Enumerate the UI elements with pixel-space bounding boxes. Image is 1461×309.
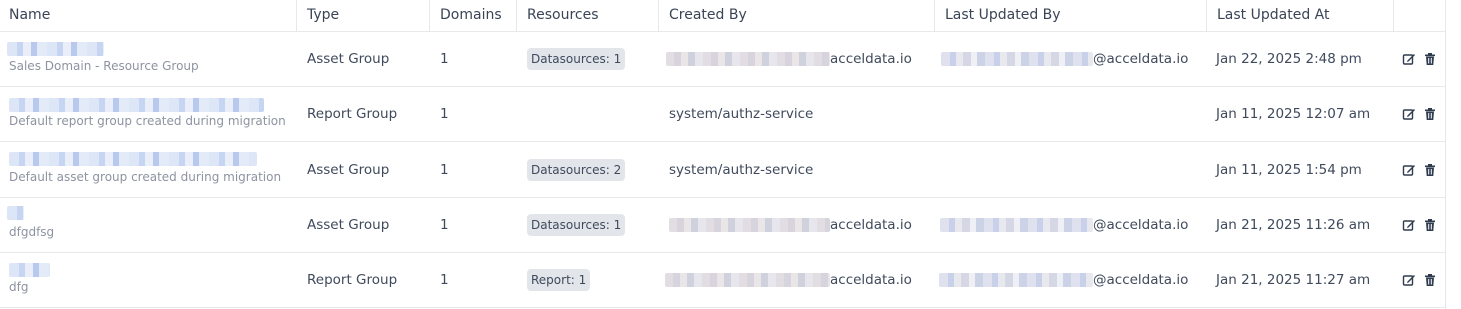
group-description: Default report group created during migr… [9,114,286,128]
group-description: Default asset group created during migra… [9,170,282,184]
group-description: dfgdfsg [9,225,55,239]
last-updated-by-cell: @acceldata.io [935,253,1207,307]
resources-cell: Datasources: 2 [517,142,659,197]
last-updated-by-cell: @acceldata.io [935,198,1207,252]
edit-icon[interactable] [1402,163,1416,177]
edit-icon[interactable] [1402,107,1416,121]
last-updated-at-cell: Jan 11, 2025 12:07 am [1216,106,1371,122]
name-cell: dfgdfsg [0,198,297,252]
created-by-email: acceldata.io [669,216,929,234]
created-by-cell: system/authz-service [669,106,814,122]
actions-cell [1394,253,1446,307]
redacted-name [9,152,257,166]
name-cell: Default asset group created during migra… [0,142,297,197]
updated-by-email: @acceldata.io [939,271,1199,289]
last-updated-at-cell: Jan 21, 2025 11:26 am [1216,217,1371,233]
created-by-cell: acceldata.io [659,32,935,86]
updated-by-email: @acceldata.io [940,216,1200,234]
trash-icon[interactable] [1423,163,1437,177]
domains-cell: 1 [440,217,449,233]
resource-badge[interactable]: Datasources: 2 [527,158,626,181]
created-by-cell: acceldata.io [659,198,935,252]
redacted-name [7,206,24,220]
type-cell: Report Group [307,272,398,288]
resources-cell: Datasources: 1 [517,198,659,252]
trash-icon[interactable] [1423,107,1437,121]
table-row[interactable]: dfg Report Group 1 Report: 1 acceldata.i… [0,253,1446,308]
redacted-name [9,98,264,112]
domains-cell: 1 [440,272,449,288]
domains-cell: 1 [440,161,449,178]
table-header: Name Type Domains Resources Created By L… [0,0,1446,32]
table-row[interactable]: Default report group created during migr… [0,87,1446,142]
group-description: dfg [9,280,29,294]
column-header-created-by[interactable]: Created By [659,0,935,31]
type-cell: Asset Group [307,217,390,233]
domains-cell: 1 [440,106,449,122]
column-header-last-updated-at[interactable]: Last Updated At [1207,0,1394,31]
edit-icon[interactable] [1402,52,1416,66]
created-by-email: acceldata.io [666,50,926,68]
resource-badge[interactable]: Datasources: 1 [527,214,626,236]
name-cell: Default report group created during migr… [0,87,297,141]
last-updated-by-cell [935,87,1207,141]
actions-cell [1394,87,1446,141]
table-row[interactable]: dfgdfsg Asset Group 1 Datasources: 1 acc… [0,198,1446,253]
column-header-type[interactable]: Type [297,0,430,31]
table-row[interactable]: Default asset group created during migra… [0,142,1446,198]
last-updated-at-cell: Jan 22, 2025 2:48 pm [1216,51,1362,67]
name-cell: Sales Domain - Resource Group [0,32,297,86]
last-updated-at-cell: Jan 21, 2025 11:27 am [1216,272,1371,288]
redacted-name [7,42,104,56]
updated-by-email: @acceldata.io [941,50,1201,68]
last-updated-by-cell: @acceldata.io [935,32,1207,86]
last-updated-by-cell [935,142,1207,197]
trash-icon[interactable] [1423,52,1437,66]
actions-cell [1394,32,1446,86]
created-by-cell: acceldata.io [659,253,935,307]
group-description: Sales Domain - Resource Group [9,59,199,73]
created-by-cell: system/authz-service [669,161,814,178]
resource-badge[interactable]: Datasources: 1 [527,48,626,70]
name-cell: dfg [0,253,297,307]
resources-cell: Datasources: 1 [517,32,659,86]
resource-groups-table: Name Type Domains Resources Created By L… [0,0,1446,309]
column-header-domains[interactable]: Domains [430,0,517,31]
redacted-name [9,263,50,277]
edit-icon[interactable] [1402,273,1416,287]
column-header-last-updated-by[interactable]: Last Updated By [935,0,1207,31]
resources-cell: Report: 1 [517,253,659,307]
actions-cell [1394,142,1446,197]
actions-cell [1394,198,1446,252]
column-header-actions [1394,0,1446,31]
type-cell: Asset Group [307,51,390,67]
created-by-email: acceldata.io [665,271,925,289]
last-updated-at-cell: Jan 11, 2025 1:54 pm [1216,161,1362,178]
trash-icon[interactable] [1423,273,1437,287]
column-header-name[interactable]: Name [0,0,297,31]
resources-cell [517,87,659,141]
trash-icon[interactable] [1423,218,1437,232]
edit-icon[interactable] [1402,218,1416,232]
resource-badge[interactable]: Report: 1 [527,269,591,291]
column-header-resources[interactable]: Resources [517,0,659,31]
domains-cell: 1 [440,51,449,67]
type-cell: Report Group [307,106,398,122]
table-row[interactable]: Sales Domain - Resource Group Asset Grou… [0,32,1446,87]
type-cell: Asset Group [307,161,390,178]
